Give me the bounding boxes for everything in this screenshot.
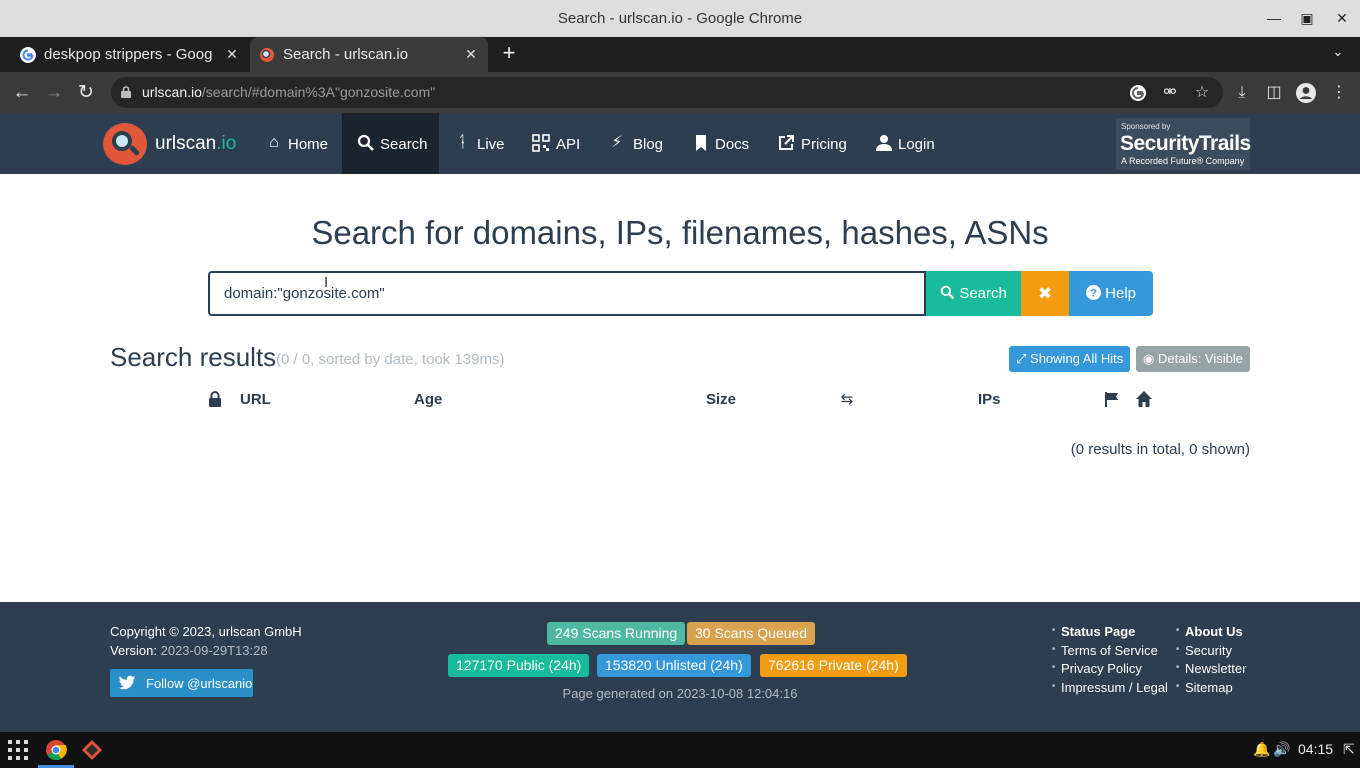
app-launcher-icon[interactable] — [8, 740, 28, 760]
version: Version: 2023-09-29T13:28 — [110, 643, 268, 658]
new-tab-icon[interactable]: + — [499, 42, 519, 64]
column-age[interactable]: Age — [414, 391, 442, 408]
svg-text:?: ? — [1090, 288, 1097, 300]
scans-queued-badge: 30 Scans Queued — [687, 622, 816, 645]
exchange-icon: ⇆ — [840, 391, 854, 408]
scans-running-badge: 249 Scans Running — [547, 622, 686, 645]
nav-live[interactable]: ᛑ Live — [439, 113, 519, 174]
window-titlebar: Search - urlscan.io - Google Chrome — ▣ … — [0, 0, 1360, 37]
link-terms[interactable]: Terms of Service — [1052, 643, 1158, 658]
bookmark-icon — [696, 135, 706, 151]
link-security[interactable]: Security — [1176, 643, 1232, 658]
link-sitemap[interactable]: Sitemap — [1176, 680, 1233, 695]
private-scans-badge: 762616 Private (24h) — [760, 654, 907, 677]
tab-google[interactable]: deskpop strippers - Goog ✕ — [0, 37, 248, 72]
nav-login[interactable]: Login — [866, 113, 946, 174]
nav-docs[interactable]: Docs — [683, 113, 763, 174]
home-icon — [1136, 391, 1152, 407]
clear-button[interactable]: ✖ — [1021, 271, 1069, 316]
column-size[interactable]: Size — [706, 391, 736, 408]
close-tab-icon[interactable]: ✕ — [464, 46, 478, 63]
google-icon — [20, 47, 36, 63]
unlisted-scans-badge: 153820 Unlisted (24h) — [597, 654, 751, 677]
text-cursor-icon: I — [324, 274, 329, 291]
nav-home[interactable]: ⌂ Home — [256, 113, 342, 174]
brand-name[interactable]: urlscan.io — [155, 133, 236, 155]
download-icon[interactable]: ⤓ — [1231, 82, 1253, 104]
bolt-icon: ⚡ — [611, 134, 623, 151]
user-icon — [876, 135, 892, 151]
eye-icon: ◉ — [1143, 351, 1155, 366]
sponsor-badge[interactable]: Sponsored by SecurityTrails A Recorded F… — [1116, 118, 1251, 170]
tab-label: deskpop strippers - Goog — [44, 46, 213, 63]
showing-all-hits-button[interactable]: ⤢ Showing All Hits — [1009, 346, 1131, 372]
urlscan-icon — [260, 48, 274, 62]
footer: Copyright © 2023, urlscan GmbH Version: … — [0, 602, 1360, 732]
share-icon[interactable]: ⚮ — [1159, 82, 1181, 104]
tab-strip: deskpop strippers - Goog ✕ Search - urls… — [0, 37, 1360, 72]
link-newsletter[interactable]: Newsletter — [1176, 661, 1246, 676]
clock: 04:15 — [1298, 741, 1334, 757]
search-icon — [940, 285, 955, 300]
address-bar[interactable]: urlscan.io/search/#domain%3A"gonzosite.c… — [111, 77, 1223, 108]
close-tab-icon[interactable]: ✕ — [225, 46, 239, 63]
search-button[interactable]: Search — [926, 271, 1021, 316]
nav-search[interactable]: Search — [342, 113, 439, 174]
browser-toolbar: ← → ↻ urlscan.io/search/#domain%3A"gonzo… — [0, 72, 1360, 113]
site-navbar: urlscan.io ⌂ Home Search ᛑ Live API ⚡ Bl… — [0, 113, 1360, 174]
link-impressum[interactable]: Impressum / Legal — [1052, 680, 1168, 695]
bookmark-star-icon[interactable]: ☆ — [1191, 82, 1213, 104]
fire-icon: ᛑ — [457, 134, 467, 151]
profile-icon[interactable] — [1295, 82, 1317, 104]
logout-icon[interactable]: ⇱ — [1343, 741, 1355, 758]
chrome-icon[interactable] — [45, 739, 67, 761]
public-scans-badge: 127170 Public (24h) — [448, 654, 590, 677]
search-icon — [357, 134, 374, 151]
nav-blog[interactable]: ⚡ Blog — [593, 113, 673, 174]
flag-icon — [1105, 392, 1118, 407]
volume-icon[interactable]: 🔊 — [1273, 741, 1290, 758]
home-icon: ⌂ — [269, 134, 279, 151]
copyright: Copyright © 2023, urlscan GmbH — [110, 624, 302, 639]
column-ips[interactable]: IPs — [978, 391, 1001, 408]
results-meta: (0 / 0, sorted by date, took 139ms) — [276, 351, 505, 368]
minimize-icon[interactable]: — — [1265, 9, 1283, 27]
lock-icon — [209, 391, 221, 407]
side-panel-icon[interactable]: ◫ — [1263, 82, 1285, 104]
os-taskbar: 🔔 🔊 04:15 ⇱ — [0, 732, 1360, 768]
menu-icon[interactable]: ⋮ — [1328, 82, 1350, 104]
link-about-us[interactable]: About Us — [1176, 624, 1243, 639]
back-icon[interactable]: ← — [11, 82, 33, 104]
search-field[interactable] — [208, 271, 926, 316]
page-heading: Search for domains, IPs, filenames, hash… — [311, 214, 1049, 251]
link-status-page[interactable]: Status Page — [1052, 624, 1135, 639]
expand-icon: ⤢ — [1016, 351, 1027, 366]
results-summary: (0 results in total, 0 shown) — [1070, 441, 1250, 458]
app-diamond-icon[interactable] — [81, 739, 103, 761]
qrcode-icon — [532, 134, 550, 152]
nav-pricing[interactable]: Pricing — [768, 113, 858, 174]
reload-icon[interactable]: ↻ — [75, 82, 97, 104]
link-privacy[interactable]: Privacy Policy — [1052, 661, 1142, 676]
urlscan-logo[interactable] — [103, 123, 147, 165]
maximize-icon[interactable]: ▣ — [1298, 9, 1316, 27]
question-circle-icon: ? — [1085, 285, 1101, 300]
results-title: Search results — [110, 342, 277, 372]
tab-label: Search - urlscan.io — [283, 46, 409, 63]
details-visible-button[interactable]: ◉ Details: Visible — [1136, 346, 1250, 372]
google-lens-icon[interactable] — [1127, 82, 1149, 104]
nav-api[interactable]: API — [519, 113, 593, 174]
forward-icon[interactable]: → — [43, 82, 65, 104]
close-window-icon[interactable]: ✕ — [1333, 9, 1351, 27]
external-link-icon — [779, 135, 794, 150]
chevron-down-icon[interactable]: ⌄ — [1330, 44, 1346, 60]
notification-bell-icon[interactable]: 🔔 — [1253, 741, 1270, 758]
url-text: urlscan.io/search/#domain%3A"gonzosite.c… — [142, 84, 436, 100]
lock-icon — [121, 86, 131, 98]
tab-urlscan[interactable]: Search - urlscan.io ✕ — [250, 37, 488, 72]
window-title: Search - urlscan.io - Google Chrome — [557, 10, 803, 27]
help-button[interactable]: ? Help — [1069, 271, 1153, 316]
column-url[interactable]: URL — [240, 391, 271, 408]
